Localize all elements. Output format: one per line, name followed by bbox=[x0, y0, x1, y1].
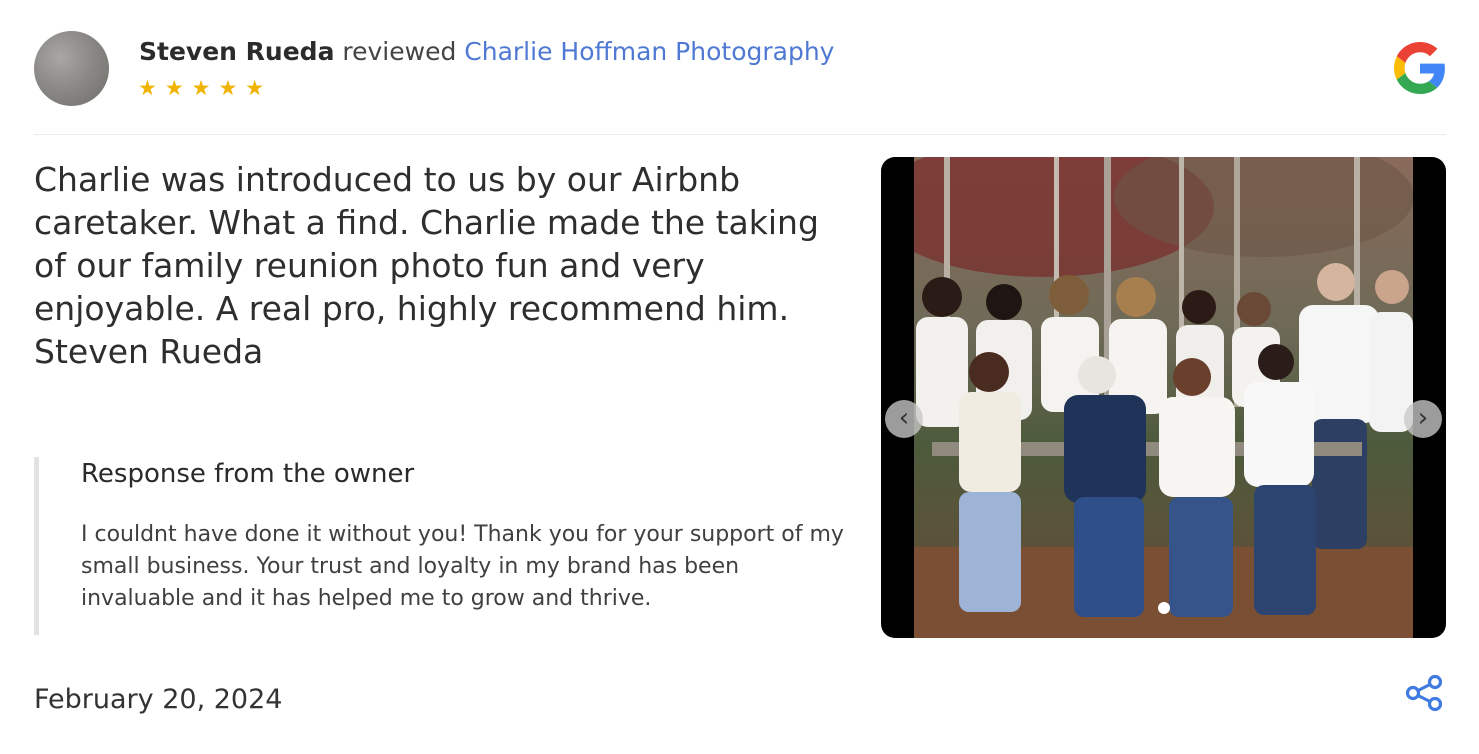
owner-response-title: Response from the owner bbox=[81, 459, 415, 489]
review-header: Steven Rueda reviewed Charlie Hoffman Ph… bbox=[34, 30, 1446, 108]
gallery-page-dot[interactable] bbox=[1158, 602, 1170, 614]
review-photo[interactable] bbox=[914, 157, 1413, 638]
review-date: February 20, 2024 bbox=[34, 684, 283, 715]
share-icon[interactable] bbox=[1404, 673, 1444, 713]
divider bbox=[34, 134, 1446, 135]
avatar[interactable] bbox=[34, 31, 109, 106]
reviewer-name[interactable]: Steven Rueda bbox=[139, 37, 334, 66]
google-icon bbox=[1394, 42, 1445, 94]
owner-response: Response from the owner I couldnt have d… bbox=[34, 457, 854, 635]
owner-response-text: I couldnt have done it without you! Than… bbox=[81, 522, 844, 611]
gallery-next-button[interactable]: › bbox=[1404, 400, 1442, 438]
review-photo-gallery[interactable]: ‹ › bbox=[881, 157, 1446, 638]
star-rating: ★★★★★ bbox=[138, 76, 273, 100]
business-link[interactable]: Charlie Hoffman Photography bbox=[464, 37, 834, 66]
gallery-prev-button[interactable]: ‹ bbox=[885, 400, 923, 438]
reviewer-line: Steven Rueda reviewed Charlie Hoffman Ph… bbox=[139, 36, 834, 68]
reviewed-word: reviewed bbox=[342, 37, 457, 66]
review-text: Charlie was introduced to us by our Airb… bbox=[34, 160, 819, 371]
